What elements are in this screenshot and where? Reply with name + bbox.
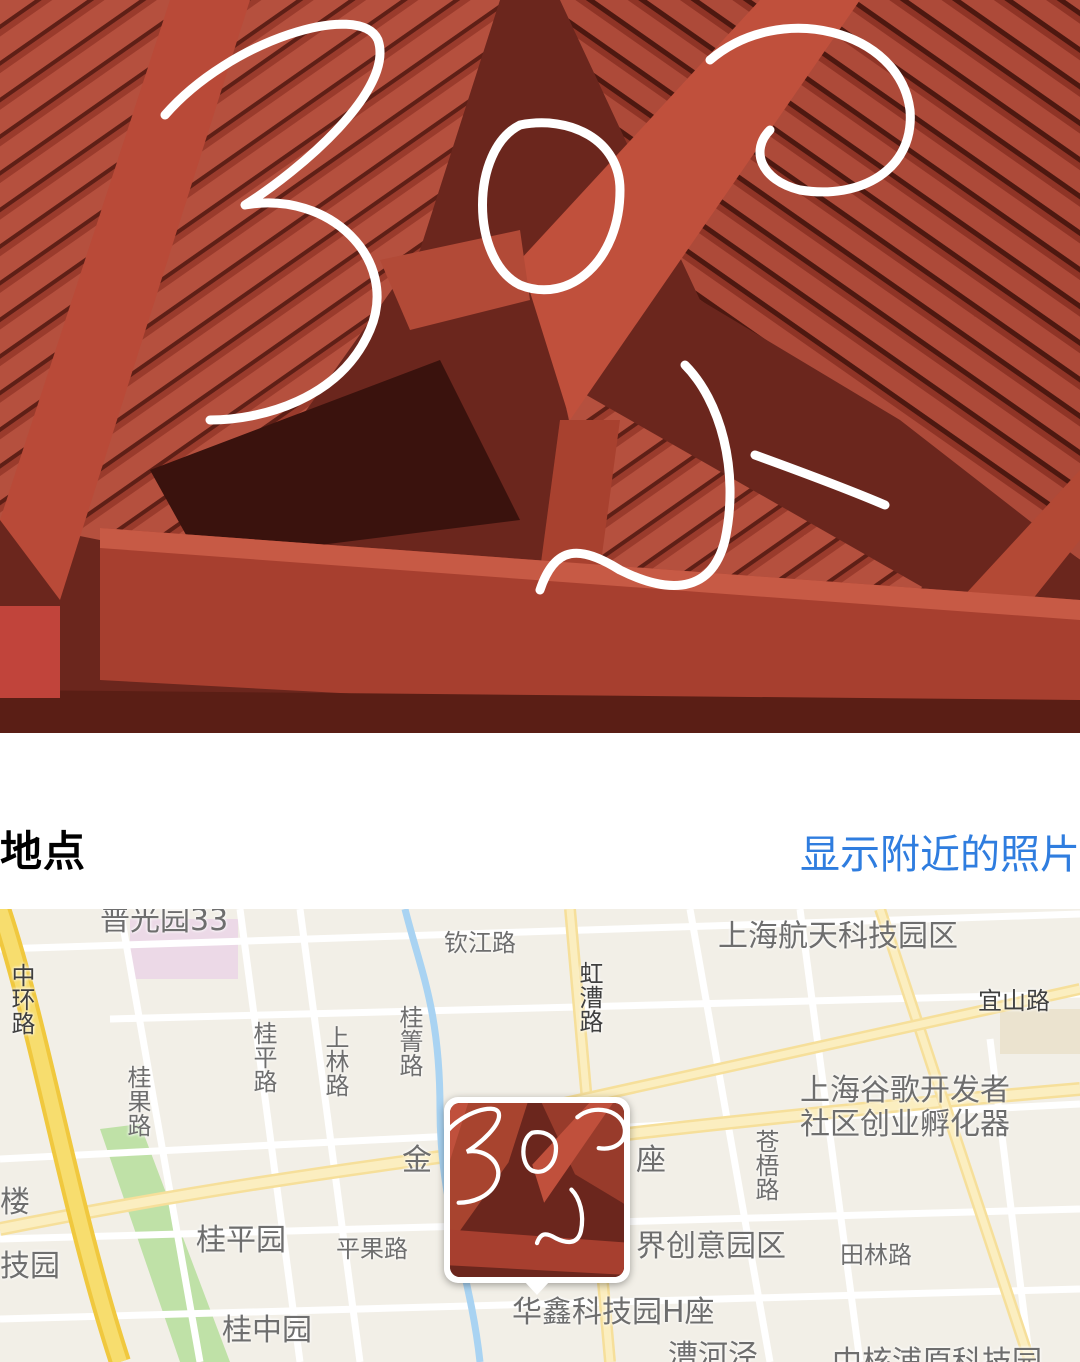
location-section-header <box>0 733 1080 909</box>
map-label-caohejing: 漕河泾 <box>668 1339 758 1362</box>
map-label-zhonghe: 中核浦原科技园 <box>832 1337 1042 1362</box>
map-label-qinjiang-road: 钦江路 <box>444 929 516 957</box>
map-label-hongcao-road: 虹漕路 <box>575 961 603 1033</box>
pin-pointer <box>524 1281 550 1295</box>
map-label-zuo: 座 <box>636 1143 666 1178</box>
map-label-guiping-yuan: 桂平园 <box>196 1223 286 1258</box>
map-label-tianlin-road: 田林路 <box>840 1241 912 1269</box>
photo-viewer[interactable] <box>0 0 1080 733</box>
map-label-guiping-road: 桂平路 <box>249 1021 277 1093</box>
map-label-yishan-road: 宜山路 <box>978 987 1050 1015</box>
show-nearby-photos-link[interactable]: 显示附近的照片 <box>800 822 1080 880</box>
map-label-jin: 金 <box>402 1143 432 1178</box>
section-title: 地点 <box>0 827 87 876</box>
map-label-lou: 楼 <box>0 1185 30 1220</box>
map-label-guiguo-road: 桂果路 <box>123 1065 151 1137</box>
photo-location-pin[interactable] <box>444 1097 630 1295</box>
map-label-google-2: 社区创业孵化器 <box>800 1107 1010 1142</box>
map-label-zhonghuan-road: 中环路 <box>7 963 35 1035</box>
map-label-top: 普光园33 <box>100 909 229 938</box>
map-label-shanglin-road: 上林路 <box>321 1025 349 1097</box>
map-label-pingguo-road: 平果路 <box>336 1235 408 1263</box>
map-label-guizhong-yuan: 桂中园 <box>222 1313 312 1348</box>
photo-thumbnail <box>450 1103 624 1277</box>
roof-structure-photo <box>0 0 1080 733</box>
map-label-chuangyi: 界创意园区 <box>636 1229 786 1264</box>
map-label-cangwu-road: 苍梧路 <box>751 1129 779 1201</box>
map-label-hangtian: 上海航天科技园区 <box>718 919 958 954</box>
map-label-guijing-road: 桂箐路 <box>395 1005 423 1077</box>
seal-stamp <box>0 606 60 698</box>
map-label-jiyuan: 技园 <box>0 1249 60 1284</box>
